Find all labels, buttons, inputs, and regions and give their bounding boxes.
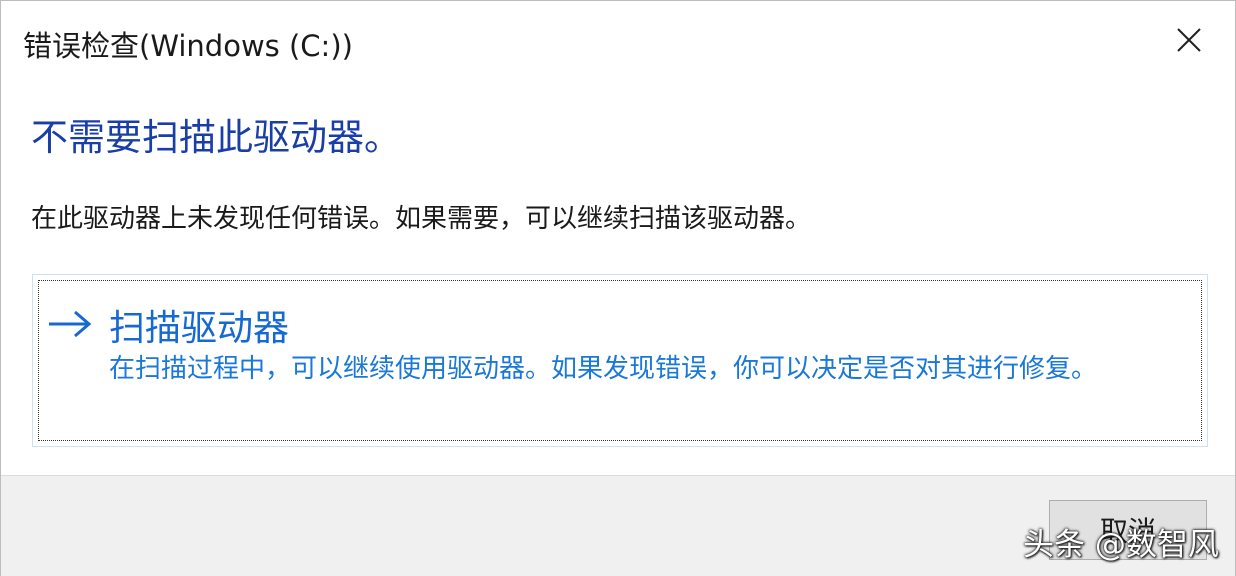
watermark-text: 头条 @数智风 <box>1023 527 1219 563</box>
scan-drive-option[interactable]: 扫描驱动器 在扫描过程中，可以继续使用驱动器。如果发现错误，你可以决定是否对其进… <box>32 274 1208 447</box>
title-bar: 错误检查(Windows (C:)) <box>1 1 1235 81</box>
arrow-right-icon <box>49 310 92 338</box>
scan-option-detail: 在扫描过程中，可以继续使用驱动器。如果发现错误，你可以决定是否对其进行修复。 <box>109 354 1098 384</box>
scan-option-title: 扫描驱动器 <box>109 308 290 349</box>
close-icon <box>1177 28 1201 52</box>
close-button[interactable] <box>1157 15 1221 65</box>
main-description: 在此驱动器上未发现任何错误。如果需要，可以继续扫描该驱动器。 <box>31 204 812 234</box>
window-title: 错误检查(Windows (C:)) <box>23 29 353 63</box>
error-checking-dialog: 错误检查(Windows (C:)) 不需要扫描此驱动器。 在此驱动器上未发现任… <box>0 0 1236 576</box>
main-heading: 不需要扫描此驱动器。 <box>31 116 401 159</box>
